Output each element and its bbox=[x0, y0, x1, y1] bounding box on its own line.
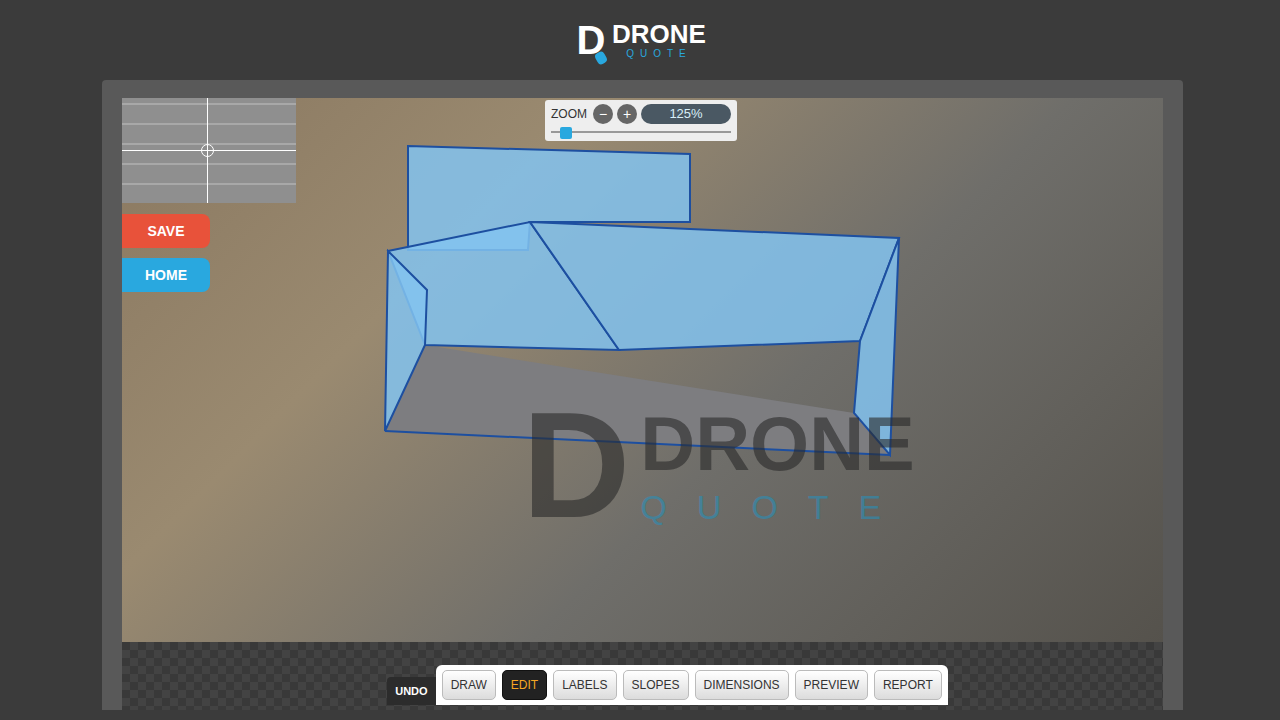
toolbar-button[interactable]: DRAW bbox=[442, 670, 496, 700]
zoom-control: ZOOM−+125% bbox=[545, 100, 737, 141]
aerial-photo[interactable]: SAVE HOME ZOOM−+125% DDRONEQUOTE bbox=[122, 98, 1163, 642]
crosshair-icon bbox=[201, 144, 214, 157]
toolbar-button[interactable]: EDIT bbox=[502, 670, 547, 700]
magnifier bbox=[122, 98, 296, 203]
logo-sub: QUOTE bbox=[626, 49, 692, 59]
toolbar-button[interactable]: PREVIEW bbox=[795, 670, 868, 700]
zoom-in-button[interactable]: + bbox=[617, 104, 637, 124]
side-buttons: SAVE HOME bbox=[122, 214, 210, 292]
toolbar-strip: UNDODRAWEDITLABELSSLOPESDIMENSIONSPREVIE… bbox=[122, 642, 1163, 710]
zoom-out-button[interactable]: − bbox=[593, 104, 613, 124]
zoom-slider-thumb[interactable] bbox=[560, 127, 572, 139]
toolbar-button[interactable]: LABELS bbox=[553, 670, 616, 700]
toolbar-button[interactable]: SLOPES bbox=[623, 670, 689, 700]
toolbar-button[interactable]: DIMENSIONS bbox=[695, 670, 789, 700]
zoom-label: ZOOM bbox=[551, 105, 587, 123]
undo-button[interactable]: UNDO bbox=[387, 677, 435, 706]
side-button[interactable]: SAVE bbox=[122, 214, 210, 248]
toolbar: DRAWEDITLABELSSLOPESDIMENSIONSPREVIEWREP… bbox=[436, 665, 948, 705]
logo: DDRONE QUOTE bbox=[574, 20, 706, 60]
header: DDRONE QUOTE bbox=[0, 0, 1280, 80]
zoom-slider[interactable] bbox=[551, 127, 731, 137]
side-button[interactable]: HOME bbox=[122, 258, 210, 292]
watermark: DDRONEQUOTE bbox=[522, 390, 915, 540]
app: DDRONE QUOTE SAVE HOME ZOOM−+125% DDRONEQUOTE… bbox=[0, 0, 1280, 720]
toolbar-button[interactable]: REPORT bbox=[874, 670, 942, 700]
logo-mark-icon: D bbox=[574, 20, 608, 60]
editor-panel: SAVE HOME ZOOM−+125% DDRONEQUOTE UNDODRAWEDI… bbox=[102, 80, 1183, 710]
zoom-value: 125% bbox=[641, 104, 731, 124]
logo-word: DRONE bbox=[612, 21, 706, 47]
